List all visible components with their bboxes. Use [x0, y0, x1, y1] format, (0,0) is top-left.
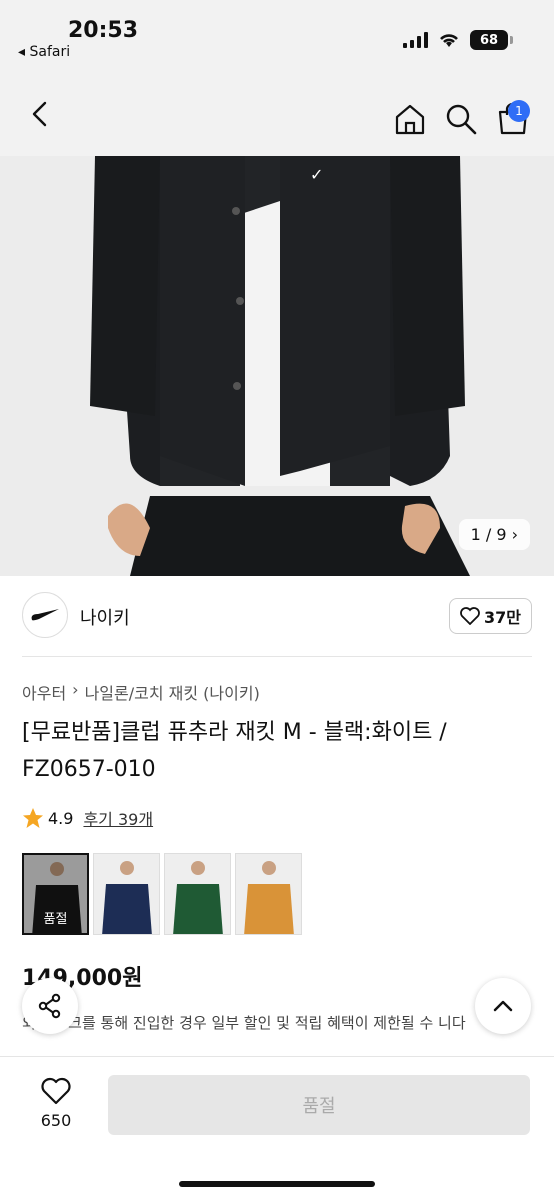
signal-icon	[403, 32, 428, 48]
swoosh-icon	[31, 609, 59, 621]
swatch-orange[interactable]	[235, 853, 302, 935]
brand-like-count: 37만	[484, 608, 521, 627]
product-image[interactable]: ✓ 1 / 9 ›	[0, 156, 554, 576]
breadcrumb-separator: ›	[72, 680, 79, 699]
heart-icon	[41, 1077, 71, 1105]
rating-row: 4.9 후기 39개	[22, 806, 153, 830]
swatch-image	[236, 854, 301, 934]
home-icon[interactable]	[393, 102, 427, 136]
top-nav	[0, 70, 554, 156]
swatch-image	[94, 854, 159, 934]
back-to-safari-link[interactable]: ◂ Safari	[18, 44, 70, 60]
status-time: 20:53	[68, 18, 139, 43]
brand-like-button[interactable]: 37만	[449, 598, 532, 634]
status-icons: 68	[403, 30, 513, 50]
share-icon	[38, 993, 61, 1019]
breadcrumb: 아우터 › 나일론/코치 재킷 (나이키)	[22, 680, 260, 704]
discount-notice: 외부 링크를 통해 진입한 경우 일부 할인 및 적립 혜택이 제한될 수 니다	[22, 1014, 466, 1032]
rating-value: 4.9	[48, 808, 74, 828]
share-button[interactable]	[22, 978, 78, 1034]
product-title: [무료반품]클럽 퓨추라 재킷 M - 블랙:화이트 / FZ0657-010	[22, 720, 447, 782]
breadcrumb-category[interactable]: 아우터	[22, 680, 66, 704]
swatch-navy[interactable]	[93, 853, 160, 935]
brand-logo[interactable]	[22, 592, 68, 638]
sold-out-overlay: 품절	[24, 855, 87, 933]
back-icon[interactable]	[24, 98, 56, 130]
brand-row[interactable]: 나이키 37만	[22, 592, 532, 644]
breadcrumb-subcategory[interactable]: 나일론/코치 재킷 (나이키)	[85, 680, 260, 704]
reviews-link[interactable]: 후기 39개	[83, 806, 153, 830]
bottom-bar: 650 품절	[0, 1056, 554, 1200]
battery-icon: 68	[470, 30, 513, 50]
heart-icon	[460, 607, 480, 625]
star-icon	[23, 808, 43, 828]
wifi-icon	[440, 34, 458, 47]
status-bar: 20:53 ◂ Safari 68	[0, 0, 554, 70]
wishlist-button[interactable]: 650	[30, 1077, 82, 1130]
svg-text:✓: ✓	[310, 165, 323, 184]
image-counter[interactable]: 1 / 9 ›	[458, 519, 530, 550]
cart-count-badge: 1	[508, 100, 530, 122]
home-indicator	[179, 1181, 375, 1187]
color-swatches: 품절	[22, 853, 302, 935]
wishlist-count: 650	[40, 1111, 72, 1130]
swatch-image	[165, 854, 230, 934]
divider	[22, 656, 532, 657]
brand-name[interactable]: 나이키	[80, 604, 130, 630]
swatch-black[interactable]: 품절	[22, 853, 89, 935]
jacket-photo: ✓	[0, 156, 554, 576]
chevron-up-icon	[493, 1000, 513, 1012]
search-icon[interactable]	[444, 102, 478, 136]
swatch-green[interactable]	[164, 853, 231, 935]
sold-out-button[interactable]: 품절	[108, 1075, 530, 1135]
scroll-to-top-button[interactable]	[475, 978, 531, 1034]
